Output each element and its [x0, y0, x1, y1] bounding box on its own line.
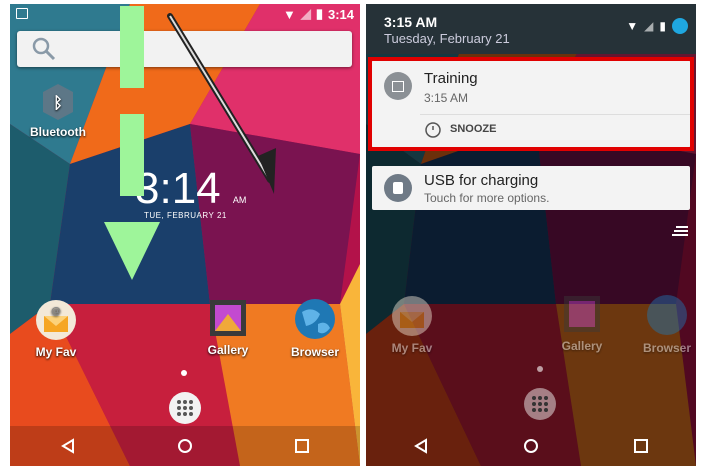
- app-my-fav: My Fav: [382, 294, 442, 355]
- app-label: My Fav: [391, 341, 433, 355]
- app-label: Gallery: [561, 339, 603, 353]
- header-date: Tuesday, February 21: [384, 31, 510, 46]
- account-icon[interactable]: [672, 18, 688, 34]
- home-screen: ▼ ◢ ▮ 3:14 ᛒ Bluetooth 3:14 AM TUE, FEBR…: [10, 4, 360, 466]
- home-icon[interactable]: [521, 436, 541, 456]
- app-drawer-button: [524, 388, 556, 420]
- notification-title: USB for charging: [424, 172, 539, 189]
- browser-icon: [295, 299, 335, 339]
- notification-icon: [16, 8, 28, 19]
- app-drawer-button[interactable]: [169, 392, 201, 424]
- recents-icon[interactable]: [292, 436, 312, 456]
- battery-icon: ▮: [315, 6, 323, 21]
- notification-usb[interactable]: USB for charging Touch for more options.: [372, 166, 690, 210]
- highlight-box: [368, 57, 694, 151]
- nav-bar: [366, 426, 696, 466]
- app-label: Browser: [642, 341, 692, 355]
- recents-icon[interactable]: [631, 436, 651, 456]
- page-indicator-dot: [181, 370, 187, 376]
- app-gallery[interactable]: Gallery: [198, 298, 258, 357]
- gallery-icon: [210, 300, 246, 336]
- gallery-icon: [564, 296, 600, 332]
- svg-text:ᛒ: ᛒ: [53, 93, 63, 112]
- wifi-icon: ▼: [282, 6, 296, 22]
- header-time: 3:15 AM: [384, 14, 438, 30]
- bluetooth-icon: ᛒ: [43, 84, 73, 120]
- battery-icon: ▮: [659, 19, 666, 33]
- signal-icon: ◢: [644, 19, 654, 33]
- home-icon[interactable]: [175, 436, 195, 456]
- grid-icon: [177, 400, 193, 416]
- status-time: 3:14: [327, 6, 354, 22]
- nav-bar: [10, 426, 360, 466]
- my-fav-icon: @: [36, 300, 76, 340]
- app-label: My Fav: [35, 345, 77, 359]
- shade-header[interactable]: 3:15 AM Tuesday, February 21 ▼ ◢ ▮: [366, 4, 696, 54]
- notification-training[interactable]: Training 3:15 AM SNOOZE: [368, 57, 694, 151]
- notification-shade-screen: My Fav Gallery Browser 3:15 AM Tuesday, …: [366, 4, 696, 466]
- app-my-fav[interactable]: @ My Fav: [26, 298, 86, 359]
- page-indicator-dot: [537, 366, 543, 372]
- swipe-down-arrow: [104, 6, 160, 280]
- back-icon[interactable]: [411, 436, 431, 456]
- signal-icon: ◢: [300, 6, 311, 21]
- app-label: Bluetooth: [30, 125, 86, 139]
- back-icon[interactable]: [58, 436, 78, 456]
- search-icon: [32, 37, 56, 61]
- stylus-pen: [167, 13, 276, 194]
- my-fav-icon: [392, 296, 432, 336]
- browser-icon: [647, 295, 687, 335]
- svg-text:@: @: [51, 306, 61, 317]
- clear-all-icon[interactable]: [672, 224, 688, 238]
- grid-icon: [532, 396, 548, 412]
- notification-subtitle: Touch for more options.: [424, 191, 550, 205]
- wifi-icon: ▼: [626, 19, 639, 33]
- app-bluetooth[interactable]: ᛒ Bluetooth: [28, 82, 88, 139]
- app-label: Browser: [290, 345, 340, 359]
- usb-icon: [384, 174, 412, 202]
- app-browser[interactable]: Browser: [284, 298, 346, 359]
- app-label: Gallery: [207, 343, 249, 357]
- app-gallery: Gallery: [552, 294, 612, 353]
- app-browser: Browser: [636, 294, 696, 355]
